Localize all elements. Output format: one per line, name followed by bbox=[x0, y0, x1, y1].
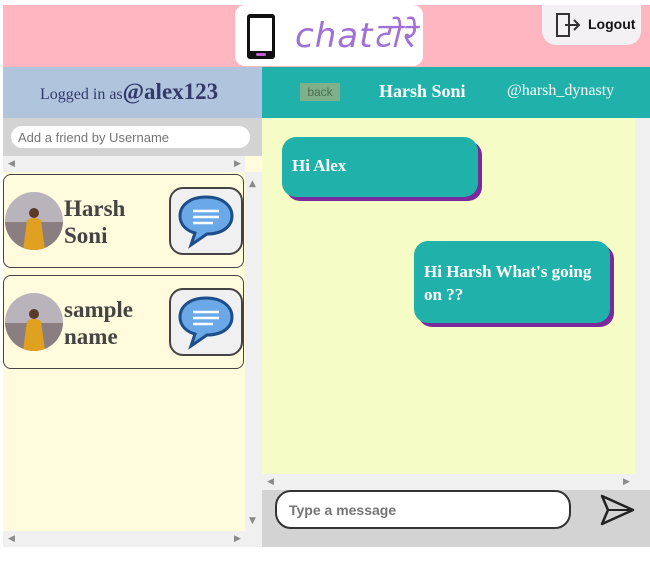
horizontal-scrollbar[interactable]: ◀ ▶ bbox=[3, 531, 245, 547]
scroll-down-icon[interactable]: ▼ bbox=[249, 517, 256, 526]
logo-text: chatटोरे bbox=[295, 16, 416, 56]
scroll-right-icon[interactable]: ▶ bbox=[234, 160, 241, 169]
speech-bubble-icon bbox=[178, 195, 234, 249]
user-bar: Logged in as@alex123 bbox=[3, 67, 262, 118]
scroll-right-icon[interactable]: ▶ bbox=[623, 478, 630, 487]
message-area: Hi Alex Hi Harsh What's going on ?? ◀ ▶ bbox=[262, 118, 650, 490]
logged-in-prefix: Logged in as bbox=[40, 86, 123, 103]
app-header: chatटोरे Logout bbox=[3, 5, 650, 67]
chat-header: back Harsh Soni @harsh_dynasty bbox=[262, 67, 650, 118]
horizontal-scrollbar[interactable]: ◀ ▶ bbox=[262, 474, 635, 490]
scroll-left-icon[interactable]: ◀ bbox=[267, 478, 274, 487]
send-button[interactable] bbox=[597, 490, 637, 530]
scrollbar-corner bbox=[635, 474, 650, 490]
logged-in-text: Logged in as@alex123 bbox=[40, 79, 218, 105]
scroll-left-icon[interactable]: ◀ bbox=[8, 160, 15, 169]
scroll-right-icon[interactable]: ▶ bbox=[234, 535, 241, 544]
avatar bbox=[5, 293, 63, 351]
logout-label: Logout bbox=[588, 16, 636, 32]
open-chat-button[interactable] bbox=[169, 288, 243, 356]
incoming-message: Hi Alex bbox=[282, 137, 478, 197]
logout-icon bbox=[556, 13, 581, 37]
friend-list: ◀ ▶ Harsh Soni sample name ▲ ▼ ◀ ▶ bbox=[3, 156, 262, 547]
back-button[interactable]: back bbox=[300, 83, 340, 101]
friend-name: sample name bbox=[64, 297, 133, 349]
message-composer bbox=[262, 490, 650, 547]
search-area bbox=[3, 118, 262, 156]
friend-name: Harsh Soni bbox=[64, 196, 126, 248]
phone-icon bbox=[247, 14, 275, 59]
scrollbar-corner bbox=[245, 531, 262, 547]
open-chat-button[interactable] bbox=[169, 187, 243, 255]
speech-bubble-icon bbox=[178, 296, 234, 350]
horizontal-scrollbar[interactable]: ◀ ▶ bbox=[3, 156, 245, 172]
scroll-left-icon[interactable]: ◀ bbox=[8, 535, 15, 544]
chat-contact-name: Harsh Soni bbox=[379, 81, 466, 101]
add-friend-input[interactable] bbox=[11, 126, 250, 148]
outgoing-message: Hi Harsh What's going on ?? bbox=[414, 241, 610, 323]
scroll-up-icon[interactable]: ▲ bbox=[249, 180, 256, 189]
app-logo: chatटोरे bbox=[235, 5, 423, 66]
logged-in-username: @alex123 bbox=[122, 79, 219, 104]
friend-item[interactable]: Harsh Soni bbox=[3, 174, 244, 268]
logout-button[interactable]: Logout bbox=[542, 5, 641, 45]
chat-contact-handle: @harsh_dynasty bbox=[507, 82, 615, 99]
friend-item[interactable]: sample name bbox=[3, 275, 244, 369]
avatar bbox=[5, 192, 63, 250]
vertical-scrollbar[interactable] bbox=[635, 118, 650, 474]
send-icon bbox=[600, 494, 635, 526]
message-input[interactable] bbox=[275, 490, 571, 529]
vertical-scrollbar[interactable]: ▲ ▼ bbox=[245, 172, 262, 531]
